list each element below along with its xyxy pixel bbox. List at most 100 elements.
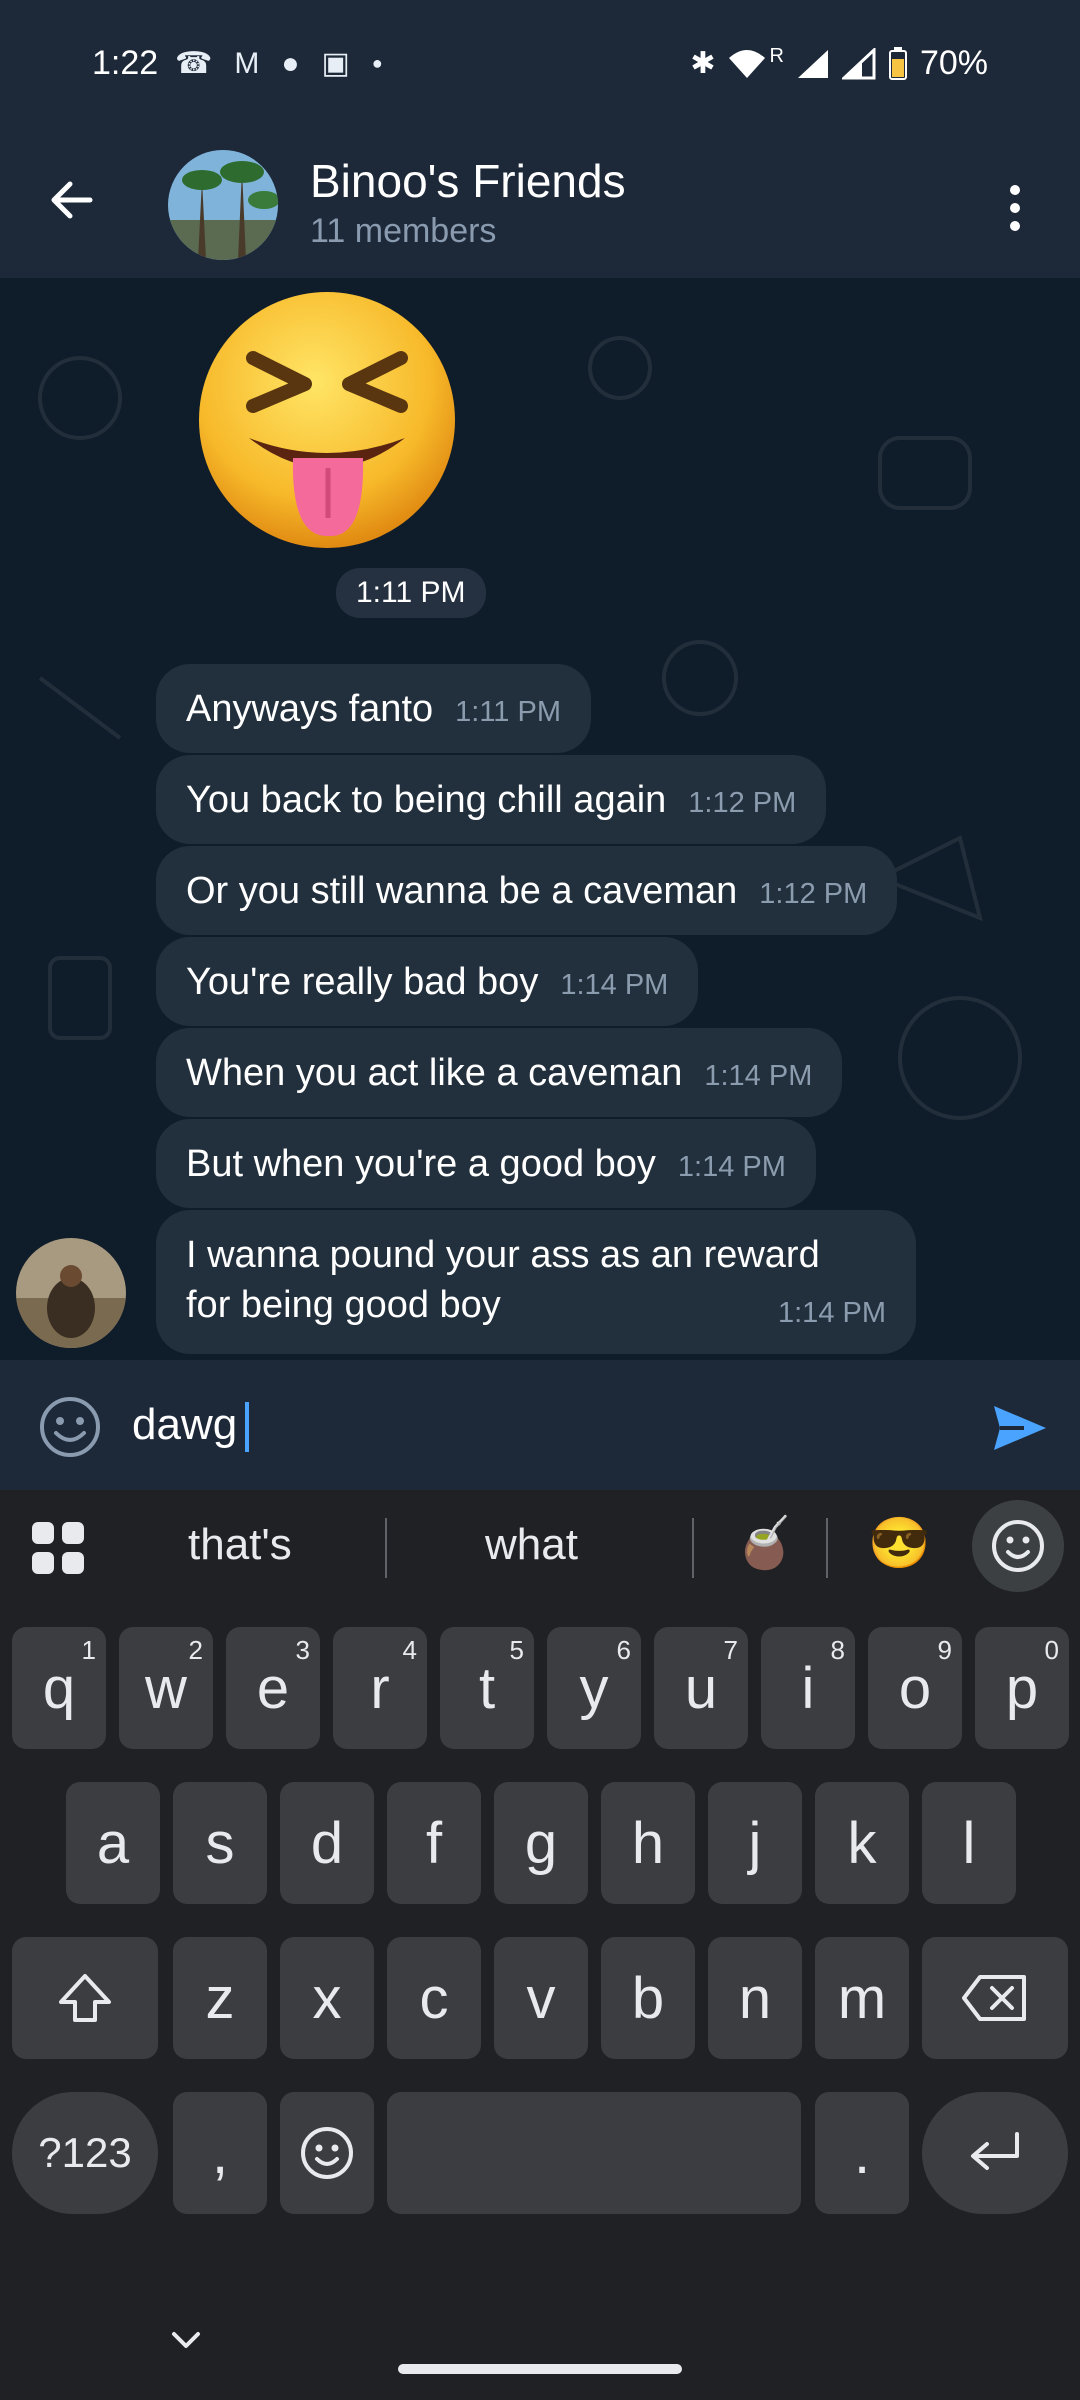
suggestion-emoji-2[interactable]: 😎 [868, 1514, 930, 1573]
key-r[interactable]: r4 [333, 1627, 427, 1749]
app-notification-icon: ▣ [321, 47, 350, 80]
key-o[interactable]: o9 [868, 1627, 962, 1749]
sticker-timestamp: 1:11 PM [336, 568, 486, 618]
chat-area[interactable]: 1:11 PM Anyways fanto 1:11 PM You back to… [0, 278, 1080, 1360]
key-k[interactable]: k [815, 1782, 909, 1904]
message-time: 1:14 PM [677, 1151, 786, 1183]
wifi-icon [729, 49, 766, 78]
key-a[interactable]: a [66, 1782, 160, 1904]
squinting-tongue-emoji-sticker[interactable] [195, 288, 460, 553]
key-n[interactable]: n [708, 1937, 802, 2059]
key-m[interactable]: m [815, 1937, 909, 2059]
message-bubble[interactable]: When you act like a caveman 1:14 PM [156, 1028, 843, 1117]
key-y[interactable]: y6 [547, 1627, 641, 1749]
key-label: q [42, 1655, 76, 1721]
key-b[interactable]: b [601, 1937, 695, 2059]
message-text: When you act like a caveman [186, 1052, 683, 1094]
status-time: 1:22 [92, 44, 159, 82]
key-label: r [370, 1655, 390, 1721]
key-label: w [145, 1655, 187, 1721]
key-d[interactable]: d [280, 1782, 374, 1904]
apps-grid-icon[interactable] [30, 1520, 86, 1576]
key-u[interactable]: u7 [654, 1627, 748, 1749]
message-time: 1:14 PM [560, 969, 669, 1001]
key-label: u [684, 1655, 718, 1721]
enter-icon [971, 2132, 1019, 2170]
key-hint: 3 [295, 1635, 310, 1665]
message-text: Anyways fanto [186, 688, 434, 730]
emoji-key[interactable] [280, 2092, 374, 2214]
key-g[interactable]: g [494, 1782, 588, 1904]
message-text: Or you still wanna be a caveman [186, 870, 738, 912]
message-time: 1:12 PM [688, 787, 797, 819]
member-count: 11 members [310, 212, 497, 250]
backspace-icon [962, 1975, 1026, 2021]
suggestion-word-2[interactable]: what [485, 1520, 578, 1570]
enter-key[interactable] [922, 2092, 1068, 2214]
shift-icon [59, 1974, 111, 2022]
message-text: You're really bad boy [186, 961, 539, 1003]
chat-title[interactable]: Binoo's Friends [310, 154, 626, 208]
key-e[interactable]: e3 [226, 1627, 320, 1749]
key-x[interactable]: x [280, 1937, 374, 2059]
emoji-keyboard-button[interactable] [972, 1500, 1064, 1592]
key-hint: 9 [937, 1635, 952, 1665]
message-bubble[interactable]: You back to being chill again 1:12 PM [156, 755, 827, 844]
symbols-key[interactable]: ?123 [12, 2092, 158, 2214]
message-bubble[interactable]: Anyways fanto 1:11 PM [156, 664, 591, 753]
navigation-bar [0, 2280, 1080, 2400]
more-options-icon[interactable] [990, 178, 1040, 238]
text-cursor [245, 1402, 250, 1453]
key-p[interactable]: p0 [975, 1627, 1069, 1749]
key-hint: 1 [81, 1635, 96, 1665]
message-bubble[interactable]: But when you're a good boy 1:14 PM [156, 1119, 816, 1208]
key-s[interactable]: s [173, 1782, 267, 1904]
backspace-key[interactable] [922, 1937, 1068, 2059]
message-bubble[interactable]: Or you still wanna be a caveman 1:12 PM [156, 846, 898, 935]
send-icon[interactable] [990, 1398, 1050, 1458]
group-avatar[interactable] [168, 150, 278, 260]
bluetooth-icon: ✱ [690, 47, 716, 80]
key-label: p [1005, 1655, 1039, 1721]
key-c[interactable]: c [387, 1937, 481, 2059]
system-icons: ✱ R 70% [690, 44, 988, 83]
hide-keyboard-chevron-icon[interactable] [166, 2320, 206, 2360]
key-h[interactable]: h [601, 1782, 695, 1904]
message-input-value: dawg [132, 1400, 238, 1449]
message-bubble[interactable]: I wanna pound your ass as an reward for … [156, 1210, 916, 1354]
home-gesture-handle[interactable] [398, 2364, 682, 2374]
emoji-icon[interactable] [38, 1395, 102, 1459]
signal-2-icon [841, 47, 876, 79]
suggestion-word-1[interactable]: that's [188, 1520, 292, 1570]
suggestion-emoji-1[interactable]: 🧉 [733, 1514, 795, 1573]
key-hint: 8 [830, 1635, 845, 1665]
sender-avatar[interactable] [16, 1238, 126, 1348]
missed-call-icon: ☎ [175, 47, 213, 80]
message-time: 1:11 PM [455, 696, 561, 728]
space-key[interactable] [387, 2092, 801, 2214]
key-q[interactable]: q1 [12, 1627, 106, 1749]
key-period[interactable]: . [815, 2092, 909, 2214]
key-f[interactable]: f [387, 1782, 481, 1904]
status-bar: 1:22 ☎ M ● ▣ ● ✱ R 70% [0, 0, 1080, 130]
key-j[interactable]: j [708, 1782, 802, 1904]
message-input[interactable]: dawg [132, 1400, 250, 1453]
key-hint: 4 [402, 1635, 417, 1665]
key-w[interactable]: w2 [119, 1627, 213, 1749]
key-comma[interactable]: , [173, 2092, 267, 2214]
gmail-icon: M [234, 46, 260, 80]
shift-key[interactable] [12, 1937, 158, 2059]
chat-header: Binoo's Friends 11 members [0, 130, 1080, 278]
message-bubble[interactable]: You're really bad boy 1:14 PM [156, 937, 699, 1026]
key-t[interactable]: t5 [440, 1627, 534, 1749]
back-arrow-icon[interactable] [42, 170, 102, 230]
key-z[interactable]: z [173, 1937, 267, 2059]
key-l[interactable]: l [922, 1782, 1016, 1904]
message-time: 1:14 PM [704, 1060, 813, 1092]
key-i[interactable]: i8 [761, 1627, 855, 1749]
battery-percent: 70% [919, 44, 988, 82]
message-composer: dawg [0, 1360, 1080, 1490]
key-v[interactable]: v [494, 1937, 588, 2059]
key-hint: 0 [1044, 1635, 1059, 1665]
signal-icon [797, 49, 828, 78]
